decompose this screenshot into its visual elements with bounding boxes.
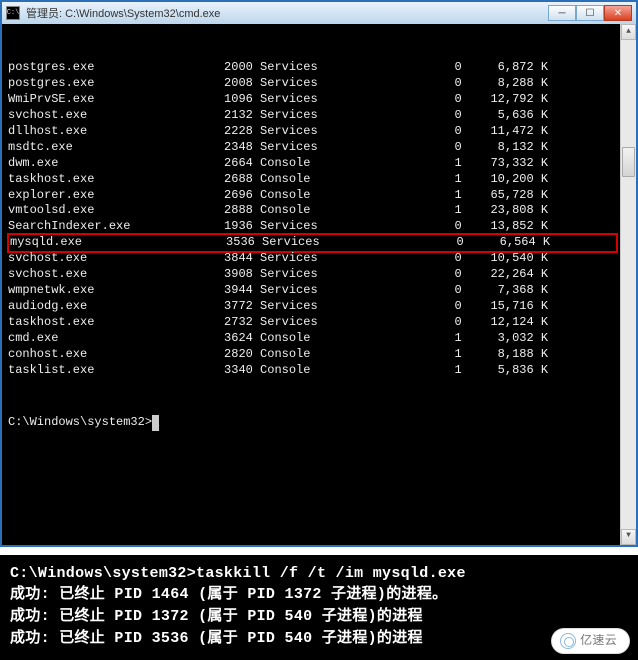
cursor: _ [152, 415, 159, 431]
highlighted-row: mysqld.exe 3536 Services 0 6,564 K [7, 233, 618, 253]
process-row: dllhost.exe 2228 Services 0 11,472 K [8, 124, 636, 140]
process-row: vmtoolsd.exe 2888 Console 1 23,808 K [8, 203, 636, 219]
process-row: explorer.exe 2696 Console 1 65,728 K [8, 188, 636, 204]
process-row: wmpnetwk.exe 3944 Services 0 7,368 K [8, 283, 636, 299]
process-row: tasklist.exe 3340 Console 1 5,836 K [8, 363, 636, 379]
process-row: svchost.exe 3908 Services 0 22,264 K [8, 267, 636, 283]
titlebar[interactable]: C:\ 管理员: C:\Windows\System32\cmd.exe ─ ☐… [2, 2, 636, 24]
result-line: 成功: 已终止 PID 1372 (属于 PID 540 子进程)的进程 [10, 606, 628, 628]
process-row: svchost.exe 2132 Services 0 5,636 K [8, 108, 636, 124]
command-line: C:\Windows\system32>taskkill /f /t /im m… [10, 563, 628, 585]
app-icon: C:\ [6, 6, 20, 20]
process-row: WmiPrvSE.exe 1096 Services 0 12,792 K [8, 92, 636, 108]
scroll-down-button[interactable]: ▼ [621, 529, 636, 545]
prompt-line: C:\Windows\system32>_ [8, 415, 636, 431]
scroll-up-button[interactable]: ▲ [621, 24, 636, 40]
taskkill-output: C:\Windows\system32>taskkill /f /t /im m… [0, 555, 638, 660]
process-row: conhost.exe 2820 Console 1 8,188 K [8, 347, 636, 363]
process-row: audiodg.exe 3772 Services 0 15,716 K [8, 299, 636, 315]
terminal-output[interactable]: postgres.exe 2000 Services 0 6,872 Kpost… [2, 24, 636, 545]
process-row: taskhost.exe 2688 Console 1 10,200 K [8, 172, 636, 188]
minimize-button[interactable]: ─ [548, 5, 576, 21]
prompt-text: C:\Windows\system32> [8, 415, 152, 429]
scroll-thumb[interactable] [622, 147, 635, 177]
process-row: dwm.exe 2664 Console 1 73,332 K [8, 156, 636, 172]
result-line: 成功: 已终止 PID 1464 (属于 PID 1372 子进程)的进程。 [10, 584, 628, 606]
close-button[interactable]: ✕ [604, 5, 632, 21]
maximize-button[interactable]: ☐ [576, 5, 604, 21]
process-row: msdtc.exe 2348 Services 0 8,132 K [8, 140, 636, 156]
process-list: postgres.exe 2000 Services 0 6,872 Kpost… [8, 60, 636, 379]
process-row: postgres.exe 2000 Services 0 6,872 K [8, 60, 636, 76]
window-buttons: ─ ☐ ✕ [548, 5, 632, 21]
process-row: mysqld.exe 3536 Services 0 6,564 K [10, 235, 616, 251]
process-row: taskhost.exe 2732 Services 0 12,124 K [8, 315, 636, 331]
command-text: taskkill /f /t /im mysqld.exe [196, 565, 466, 582]
process-row: postgres.exe 2008 Services 0 8,288 K [8, 76, 636, 92]
prompt-text-2: C:\Windows\system32> [10, 565, 196, 582]
watermark: 亿速云 [551, 628, 630, 653]
watermark-icon [560, 633, 576, 649]
result-line: 成功: 已终止 PID 3536 (属于 PID 540 子进程)的进程 [10, 628, 628, 650]
scroll-track[interactable] [621, 40, 636, 529]
watermark-text: 亿速云 [580, 632, 617, 649]
window-title: 管理员: C:\Windows\System32\cmd.exe [26, 5, 548, 21]
scrollbar[interactable]: ▲ ▼ [620, 24, 636, 545]
process-row: svchost.exe 3844 Services 0 10,540 K [8, 251, 636, 267]
process-row: cmd.exe 3624 Console 1 3,032 K [8, 331, 636, 347]
result-lines: 成功: 已终止 PID 1464 (属于 PID 1372 子进程)的进程。成功… [10, 584, 628, 649]
process-row: SearchIndexer.exe 1936 Services 0 13,852… [8, 219, 636, 235]
cmd-window: C:\ 管理员: C:\Windows\System32\cmd.exe ─ ☐… [0, 0, 638, 547]
